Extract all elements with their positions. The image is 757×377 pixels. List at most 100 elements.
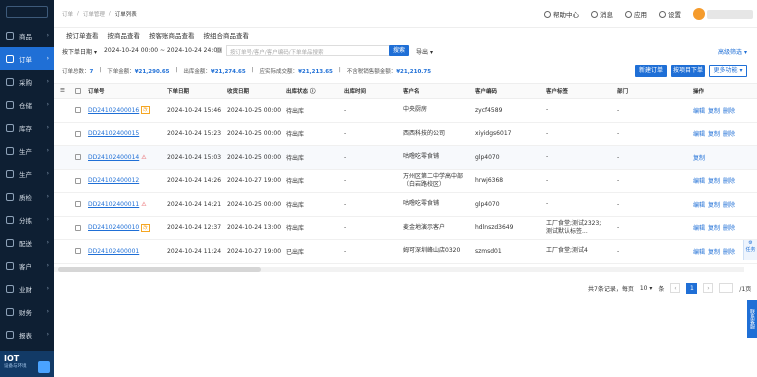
row-action-link[interactable]: 复制 (708, 247, 720, 256)
page-jump-input[interactable] (719, 283, 734, 293)
export-button[interactable]: 导出 ▾ (416, 47, 433, 56)
order-no-link[interactable]: DD24102400015 (88, 130, 139, 137)
sidebar-item-9[interactable]: 配送 › (0, 231, 54, 254)
table-row[interactable]: DD24102400015 2024-10-24 15:23 2024-10-25 … (54, 123, 757, 146)
chevron-down-icon: ▾ (743, 49, 747, 56)
row-actions: 编辑 复制 删除 (693, 240, 738, 263)
date-range-input[interactable]: 2024-10-24 00:00 ~ 2024-10-24 24:00 (104, 47, 221, 54)
row-action-link[interactable]: 编辑 (693, 106, 705, 115)
tab-by-combo-product[interactable]: 按组合商品查看 (204, 30, 250, 42)
nav-icon (6, 77, 14, 86)
horizontal-scrollbar-thumb[interactable] (58, 267, 261, 272)
table-row[interactable]: DD24102400014 ⚠ 2024-10-24 15:03 2024-10-25… (54, 146, 757, 170)
row-checkbox[interactable] (75, 217, 81, 240)
row-checkbox[interactable] (75, 170, 81, 193)
row-action-link[interactable]: 编辑 (693, 223, 705, 232)
row-action-link[interactable]: 删除 (723, 223, 735, 232)
order-no-link[interactable]: DD24102400016 (88, 107, 139, 114)
tab-by-product[interactable]: 按商品查看 (108, 30, 141, 42)
table-row[interactable]: DD24102400011 ⚠ 2024-10-24 14:21 2024-10-25… (54, 193, 757, 217)
sidebar-item-5[interactable]: 生产 › (0, 139, 54, 162)
row-checkbox[interactable] (75, 146, 81, 169)
tab-by-order[interactable]: 按订单查看 (66, 30, 99, 42)
breadcrumb-item-0[interactable]: 订单 (62, 10, 73, 18)
order-no-link[interactable]: DD24102400001 (88, 248, 139, 255)
order_date-cell: 2024-10-24 15:03 (167, 153, 222, 161)
row-checkbox[interactable] (75, 123, 81, 146)
sidebar-item-13[interactable]: 报表 › (0, 323, 54, 346)
order-no-link[interactable]: DD24102400010 (88, 224, 139, 231)
advanced-filter-link[interactable]: 高级筛选 ▾ (718, 47, 747, 56)
sidebar-item-1[interactable]: 订单 › (0, 47, 54, 70)
project-order-button[interactable]: 按项目下单 (671, 65, 705, 77)
user-menu[interactable] (693, 8, 753, 20)
apps-button[interactable]: 应用 (625, 9, 647, 19)
settings-button[interactable]: 设置 (659, 9, 681, 19)
row-action-link[interactable]: 删除 (723, 247, 735, 256)
row-action-link[interactable]: 删除 (723, 200, 735, 209)
row-action-link[interactable]: 复制 (708, 223, 720, 232)
sidebar-item-7[interactable]: 质检 › (0, 185, 54, 208)
sidebar-item-3[interactable]: 仓储 › (0, 93, 54, 116)
sidebar-item-6[interactable]: 生产 › (0, 162, 54, 185)
select-all-checkbox[interactable] (75, 84, 81, 98)
contact-support-tab[interactable]: 联系客服 (747, 300, 757, 338)
row-action-link[interactable]: 复制 (708, 106, 720, 115)
date-type-select[interactable]: 按下单日期 ▾ (62, 47, 97, 56)
summary-separator: | (99, 67, 102, 73)
next-page-button[interactable]: › (703, 283, 714, 293)
chevron-right-icon: › (46, 331, 49, 338)
row-checkbox[interactable] (75, 193, 81, 216)
row-action-link[interactable]: 复制 (693, 153, 705, 162)
tab-by-customer-product[interactable]: 按客账商品查看 (149, 30, 195, 42)
messages-button[interactable]: 消息 (591, 9, 613, 19)
row-action-link[interactable]: 删除 (723, 176, 735, 185)
sidebar-item-11[interactable]: 业财 › (0, 277, 54, 300)
order-no-link[interactable]: DD24102400014 (88, 154, 139, 161)
apps-icon (625, 10, 632, 18)
help-center-button[interactable]: 帮助中心 (544, 9, 579, 19)
row-action-link[interactable]: 复制 (708, 200, 720, 209)
promo-banner[interactable]: IOT 设备与环境 (0, 351, 54, 377)
sidebar-item-8[interactable]: 分拣 › (0, 208, 54, 231)
col-customer: 客户名 (403, 89, 420, 95)
column-settings-icon[interactable]: ☰ (60, 84, 65, 98)
recv_date-cell: 2024-10-27 19:00 (227, 177, 282, 185)
sidebar-item-2[interactable]: 采购 › (0, 70, 54, 93)
table-row[interactable]: DD24102400012 2024-10-24 14:26 2024-10-27 … (54, 170, 757, 193)
new-order-button[interactable]: 新建订单 (635, 65, 667, 77)
row-action-link[interactable]: 删除 (723, 129, 735, 138)
order-no-link[interactable]: DD24102400012 (88, 177, 139, 184)
sidebar-item-4[interactable]: 库存 › (0, 116, 54, 139)
page-size-select[interactable]: 10 ▾ (640, 285, 653, 292)
prev-page-button[interactable]: ‹ (670, 283, 681, 293)
row-action-link[interactable]: 编辑 (693, 176, 705, 185)
row-action-link[interactable]: 复制 (708, 176, 720, 185)
calendar-icon[interactable]: ▦ (216, 46, 223, 54)
row-action-link[interactable]: 复制 (708, 129, 720, 138)
row-checkbox[interactable] (75, 240, 81, 263)
date-type-label: 按下单日期 (62, 49, 93, 56)
more-functions-button[interactable]: 更多功能 ▾ (709, 65, 747, 77)
table-row[interactable]: DD24102400010 改 2024-10-24 12:37 2024-10-24… (54, 217, 757, 240)
table-row[interactable]: DD24102400001 2024-10-24 11:24 2024-10-27 … (54, 240, 757, 264)
row-action-link[interactable]: 编辑 (693, 200, 705, 209)
order_date-cell: 2024-10-24 14:21 (167, 200, 222, 208)
order-no-link[interactable]: DD24102400011 (88, 201, 139, 208)
current-page[interactable]: 1 (686, 282, 698, 294)
row-action-link[interactable]: 编辑 (693, 129, 705, 138)
sidebar-item-10[interactable]: 客户 › (0, 254, 54, 277)
summary-separator: | (338, 67, 341, 73)
page-size-value: 10 (639, 284, 648, 292)
row-action-link[interactable]: 编辑 (693, 247, 705, 256)
sidebar-item-12[interactable]: 财务 › (0, 300, 54, 323)
breadcrumb-item-1[interactable]: 订单管理 (83, 10, 105, 18)
logo[interactable] (0, 0, 54, 24)
task-float-button[interactable]: ⚙ 任务 (743, 240, 757, 260)
row-checkbox[interactable] (75, 99, 81, 122)
table-row[interactable]: DD24102400016 改 2024-10-24 15:46 2024-10-25… (54, 99, 757, 123)
sidebar-item-0[interactable]: 商品 › (0, 24, 54, 47)
row-action-link[interactable]: 删除 (723, 106, 735, 115)
search-button[interactable]: 搜索 (389, 45, 409, 56)
search-input[interactable]: 按订单号/客户/客户编码/下单单品搜索 (226, 45, 406, 56)
